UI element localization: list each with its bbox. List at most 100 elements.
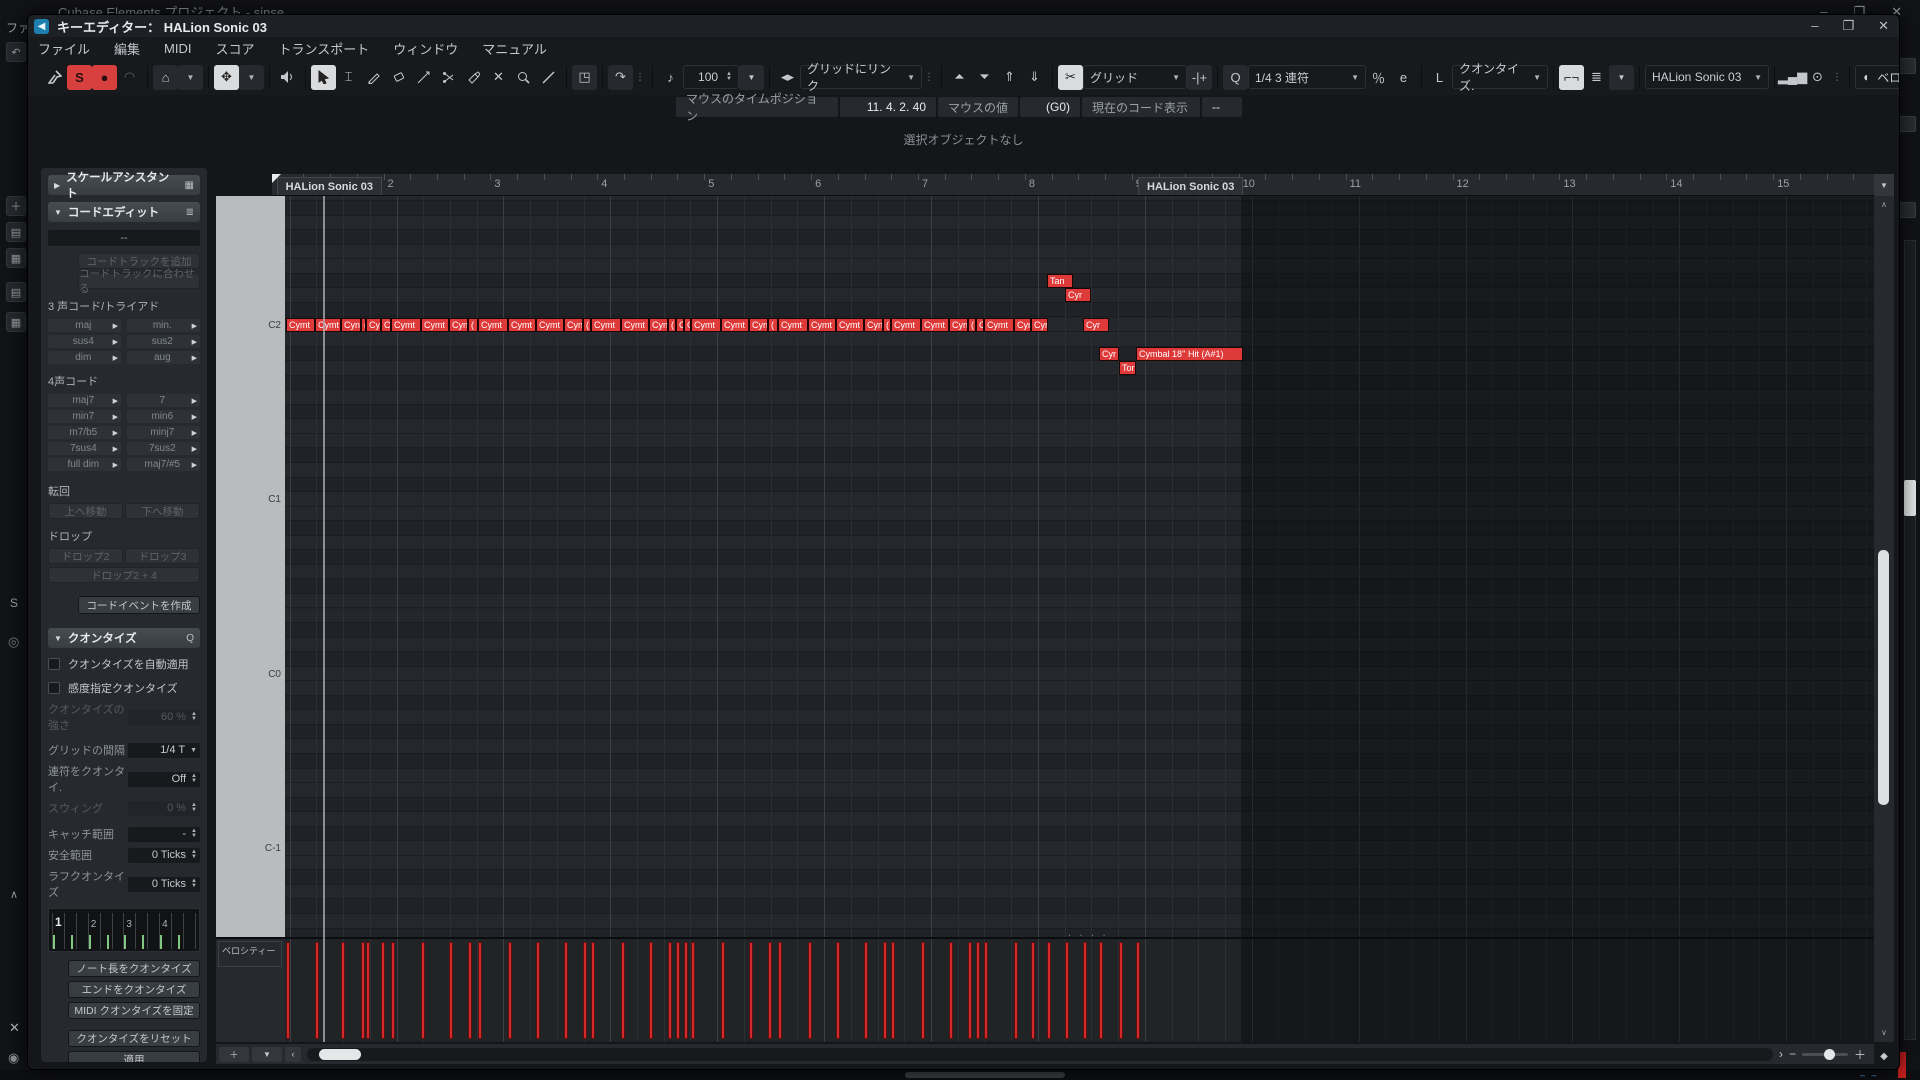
velocity-bar[interactable] bbox=[778, 942, 782, 1039]
midi-note[interactable]: Cymt bbox=[508, 318, 536, 332]
vertical-scroll-handle[interactable] bbox=[1878, 550, 1889, 805]
scroll-up-icon[interactable]: ∧ bbox=[1874, 200, 1894, 209]
velocity-bar[interactable] bbox=[1065, 942, 1069, 1039]
midi-input-icon[interactable]: ⊙ bbox=[1805, 65, 1830, 90]
chord-button-m7b5[interactable]: m7/b5▶ bbox=[48, 426, 121, 439]
velocity-bar[interactable] bbox=[478, 942, 482, 1039]
velocity-bar[interactable] bbox=[1119, 942, 1123, 1039]
erase-tool[interactable] bbox=[386, 65, 411, 90]
part-editing-dropdown[interactable]: ▼ bbox=[239, 65, 264, 90]
vertical-zoom-slider[interactable]: ◆ bbox=[1874, 1046, 1894, 1066]
object-selection-tool[interactable] bbox=[311, 65, 336, 90]
velocity-bar[interactable] bbox=[676, 942, 680, 1039]
acoustic-feedback-icon[interactable]: ◠ bbox=[117, 65, 142, 90]
chord-button-min[interactable]: min.▶ bbox=[127, 319, 200, 332]
velocity-bar[interactable] bbox=[286, 942, 290, 1039]
velocity-bar[interactable] bbox=[976, 942, 980, 1039]
catch-range-field[interactable]: -▲▼ bbox=[128, 827, 200, 842]
midi-note[interactable]: Cymt bbox=[621, 318, 649, 332]
chord-button-maj7#5[interactable]: maj7/#5▶ bbox=[127, 458, 200, 471]
midi-note[interactable]: C) bbox=[676, 318, 684, 332]
quantize-preset-dropdown[interactable]: 1/4 3 連符▼ bbox=[1248, 65, 1366, 89]
insert-length-icon[interactable]: -|+ bbox=[1187, 65, 1212, 90]
midi-note[interactable]: Cy bbox=[366, 318, 381, 332]
add-lane-button[interactable]: ＋ bbox=[219, 1047, 249, 1062]
chord-play-icon[interactable]: ▶ bbox=[192, 413, 197, 421]
drop24-button[interactable]: ドロップ2 + 4 bbox=[48, 567, 200, 583]
velocity-bar[interactable] bbox=[421, 942, 425, 1039]
controller-lane-field[interactable]: ◖ ベロシティー bbox=[1855, 65, 1900, 89]
chord-play-icon[interactable]: ▶ bbox=[113, 397, 118, 405]
velocity-bar[interactable] bbox=[1014, 942, 1018, 1039]
track-list2-icon[interactable]: ▤ bbox=[6, 282, 26, 302]
velocity-bar[interactable] bbox=[315, 942, 319, 1039]
chord-play-icon[interactable]: ▶ bbox=[113, 445, 118, 453]
midi-note[interactable]: Cymt bbox=[421, 318, 449, 332]
velocity-bar[interactable] bbox=[768, 942, 772, 1039]
master-fader-handle[interactable] bbox=[1904, 480, 1916, 516]
key-editor-titlebar[interactable]: ◀ キーエディター： HALion Sonic 03 – ❐ ✕ bbox=[28, 15, 1899, 37]
velocity-bar[interactable] bbox=[1083, 942, 1087, 1039]
velocity-bar[interactable] bbox=[361, 942, 365, 1039]
midi-note[interactable]: Cymbal 18'' Hit (A#1) bbox=[1136, 347, 1243, 361]
quantize-ends-button[interactable]: エンドをクオンタイズ bbox=[68, 981, 200, 998]
chord-play-icon[interactable]: ▶ bbox=[113, 338, 118, 346]
chord-button-7sus2[interactable]: 7sus2▶ bbox=[127, 442, 200, 455]
chord-button-sus2[interactable]: sus2▶ bbox=[127, 335, 200, 348]
velocity-bar[interactable] bbox=[536, 942, 540, 1039]
midi-note[interactable]: Cyn bbox=[649, 318, 668, 332]
chord-play-icon[interactable]: ▶ bbox=[113, 354, 118, 362]
iterative-quantize-icon[interactable]: ％ bbox=[1366, 65, 1391, 90]
chord-button-dim[interactable]: dim▶ bbox=[48, 351, 121, 364]
loop-icon[interactable]: ↷ bbox=[608, 65, 633, 90]
chord-button-minj7[interactable]: minj7▶ bbox=[127, 426, 200, 439]
horizontal-scroll-handle[interactable] bbox=[319, 1049, 361, 1060]
follow-chord-track-button[interactable]: コードトラックに合わせる bbox=[78, 273, 200, 289]
velocity-bars-icon[interactable]: ▂▄▆ bbox=[1780, 65, 1805, 90]
part-editing-mode-icon[interactable]: ✥ bbox=[214, 65, 239, 90]
velocity-bar[interactable] bbox=[921, 942, 925, 1039]
chord-button-7sus4[interactable]: 7sus4▶ bbox=[48, 442, 121, 455]
hzoom-plus-icon[interactable]: ＋ bbox=[1854, 1046, 1866, 1063]
velocity-bar[interactable] bbox=[591, 942, 595, 1039]
help-icon[interactable]: ◎ bbox=[8, 634, 19, 650]
velocity-bar[interactable] bbox=[1031, 942, 1035, 1039]
midi-note[interactable]: Cyn bbox=[449, 318, 468, 332]
velocity-bar[interactable] bbox=[391, 942, 395, 1039]
velocity-bar[interactable] bbox=[949, 942, 953, 1039]
velocity-bar[interactable] bbox=[836, 942, 840, 1039]
chord-play-icon[interactable]: ▶ bbox=[192, 445, 197, 453]
scroll-right-icon[interactable]: › bbox=[1779, 1047, 1783, 1061]
velocity-bar[interactable] bbox=[508, 942, 512, 1039]
velocity-bar[interactable] bbox=[808, 942, 812, 1039]
add-track-icon[interactable]: ＋ bbox=[6, 196, 26, 216]
part-list-dropdown[interactable]: ▼ bbox=[1609, 65, 1634, 90]
midi-note[interactable]: Cyn bbox=[949, 318, 968, 332]
note-grid[interactable]: CymtCymtCyn(CyC)CymtCymtCyn(CymtCymtCymt… bbox=[285, 196, 1874, 1042]
midi-note[interactable]: Cymt bbox=[721, 318, 749, 332]
lane-dropdown-button[interactable]: ▼ bbox=[252, 1047, 282, 1062]
multiple-parts-icon[interactable]: ≣ bbox=[1584, 65, 1609, 90]
editor-close-button[interactable]: ✕ bbox=[1878, 18, 1889, 34]
velocity-bar[interactable] bbox=[749, 942, 753, 1039]
mute-tool[interactable]: ✕ bbox=[486, 65, 511, 90]
midi-note[interactable]: Cyr bbox=[1031, 318, 1048, 332]
velocity-bar[interactable] bbox=[468, 942, 472, 1039]
chord-play-icon[interactable]: ▶ bbox=[192, 322, 197, 330]
midi-note[interactable]: ( bbox=[468, 318, 478, 332]
move-down-icon[interactable]: ⏷ bbox=[972, 65, 997, 90]
record-in-editor-button[interactable]: ● bbox=[92, 65, 117, 90]
midi-note[interactable]: ( bbox=[968, 318, 976, 332]
midi-note[interactable]: Cymt bbox=[891, 318, 921, 332]
midi-note[interactable]: ( bbox=[768, 318, 778, 332]
draw-tool[interactable] bbox=[361, 65, 386, 90]
move-down-button[interactable]: 下へ移動 bbox=[125, 503, 200, 519]
part-start-marker[interactable] bbox=[272, 174, 281, 183]
velocity-bar[interactable] bbox=[891, 942, 895, 1039]
chord-button-fulldim[interactable]: full dim▶ bbox=[48, 458, 121, 471]
line-tool[interactable] bbox=[411, 65, 436, 90]
velocity-bar[interactable] bbox=[968, 942, 972, 1039]
velocity-bar[interactable] bbox=[864, 942, 868, 1039]
midi-note[interactable]: Cyr bbox=[1099, 347, 1119, 361]
length-quantize-dropdown[interactable]: クオンタイズ.▼ bbox=[1452, 65, 1548, 89]
